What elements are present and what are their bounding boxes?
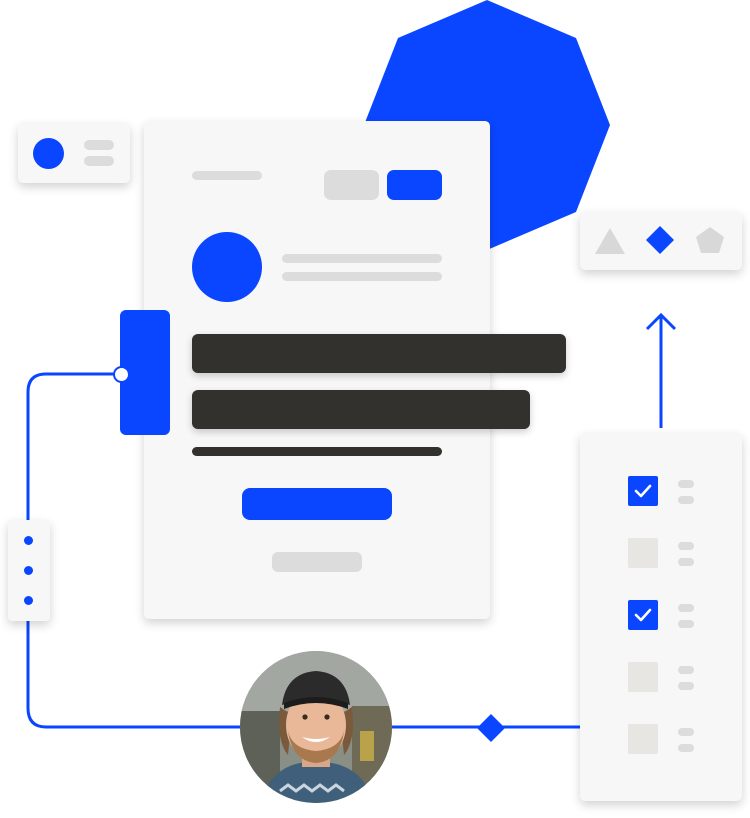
checklist-text-line — [678, 604, 694, 612]
checklist-text-line — [678, 480, 694, 488]
diamond-icon[interactable] — [644, 224, 676, 256]
body-line-thin — [192, 447, 442, 456]
check-icon — [634, 608, 652, 622]
profile-text-line — [282, 254, 442, 263]
triangle-icon[interactable] — [594, 226, 626, 256]
checklist-text-line — [678, 728, 694, 736]
checklist-text-line — [678, 620, 694, 628]
card-heading-placeholder — [192, 171, 262, 180]
checkbox-checked[interactable] — [628, 600, 658, 630]
mini-text-line — [84, 156, 114, 166]
avatar — [192, 232, 262, 302]
checkbox-unchecked[interactable] — [628, 662, 658, 692]
check-icon — [634, 484, 652, 498]
headline-bar — [192, 334, 566, 373]
dots-menu[interactable] — [8, 520, 50, 621]
link-placeholder[interactable] — [272, 552, 362, 572]
mini-profile-card — [18, 123, 130, 183]
mini-avatar — [33, 138, 64, 169]
checklist-text-line — [678, 558, 694, 566]
checklist-text-line — [678, 496, 694, 504]
user-photo — [240, 651, 392, 803]
action-button[interactable] — [242, 488, 392, 520]
connector-node — [113, 366, 130, 383]
primary-button[interactable] — [387, 170, 442, 200]
checklist-text-line — [678, 682, 694, 690]
checklist-text-line — [678, 542, 694, 550]
pentagon-icon[interactable] — [694, 224, 726, 256]
menu-dot — [24, 566, 33, 575]
checkbox-unchecked[interactable] — [628, 538, 658, 568]
checklist-card — [580, 433, 742, 801]
profile-text-line — [282, 272, 442, 281]
mini-text-line — [84, 140, 114, 150]
headline-bar — [192, 390, 530, 429]
diamond-node — [477, 714, 505, 742]
shape-picker — [580, 212, 742, 270]
menu-dot — [24, 596, 33, 605]
checkbox-checked[interactable] — [628, 476, 658, 506]
secondary-button[interactable] — [324, 170, 379, 200]
checklist-text-line — [678, 666, 694, 674]
checklist-text-line — [678, 744, 694, 752]
menu-dot — [24, 536, 33, 545]
checkbox-unchecked[interactable] — [628, 724, 658, 754]
